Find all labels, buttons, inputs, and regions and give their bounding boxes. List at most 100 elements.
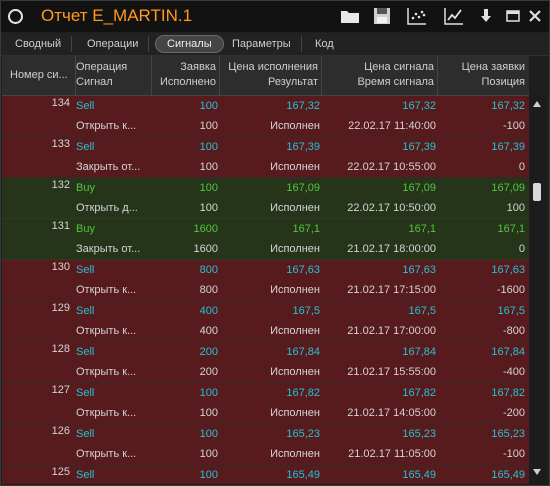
header-order-price[interactable]: Цена заявки Позиция [438, 56, 529, 95]
result-status: Исполнен [270, 120, 320, 132]
order-price: 167,63 [491, 264, 525, 276]
scroll-down-icon[interactable] [533, 468, 541, 476]
exec-price: 167,5 [292, 305, 320, 317]
signal-description: Открыть к... [76, 448, 137, 460]
signal-number: 132 [51, 179, 70, 191]
signal-price: 167,1 [408, 223, 436, 235]
order-price: 167,09 [491, 182, 525, 194]
order-qty: 200 [199, 346, 218, 358]
position: -100 [502, 120, 525, 132]
signal-detail-row[interactable]: Открыть к... 100 Исполнен 21.02.17 11:05:00… [2, 444, 529, 465]
signal-row[interactable]: 133 Sell 100 167,39 167,39 167,39 [2, 137, 529, 157]
order-qty: 400 [199, 305, 218, 317]
order-qty: 100 [199, 141, 218, 153]
signal-price: 167,84 [402, 346, 436, 358]
scrollbar-thumb[interactable] [533, 183, 541, 201]
signal-detail-row[interactable]: Закрыть от... 100 Исполнен 22.02.17 10:55:0… [2, 157, 529, 178]
result-status: Исполнен [270, 325, 320, 337]
close-icon[interactable] [524, 6, 546, 26]
exec-price: 167,32 [286, 100, 320, 112]
exec-price: 167,63 [286, 264, 320, 276]
signal-detail-row[interactable]: Закрыть от... 1600 Исполнен 21.02.17 18:00:… [2, 239, 529, 260]
filled-qty: 1600 [193, 243, 218, 255]
header-exec-price[interactable]: Цена исполнения Результат [220, 56, 322, 95]
signal-row[interactable]: 129 Sell 400 167,5 167,5 167,5 [2, 301, 529, 321]
signal-operation: Sell [76, 305, 95, 317]
filled-qty: 100 [199, 448, 218, 460]
signal-detail-row[interactable]: Открыть к... 100 Исполнен 21.02.17 14:05:00… [2, 403, 529, 424]
app-circle-icon[interactable] [8, 9, 23, 24]
position: -1600 [496, 284, 525, 296]
order-qty: 100 [199, 428, 218, 440]
signal-price: 167,82 [402, 387, 436, 399]
order-price: 167,82 [491, 387, 525, 399]
signal-description: Открыть к... [76, 325, 137, 337]
header-signal-price[interactable]: Цена сигнала Время сигнала [322, 56, 438, 95]
result-status: Исполнен [270, 243, 320, 255]
signal-number: 133 [51, 138, 70, 150]
scatter-chart-icon[interactable] [406, 6, 428, 26]
order-qty: 100 [199, 469, 218, 481]
vertical-scrollbar[interactable] [530, 96, 545, 484]
result-status: Исполнен [270, 366, 320, 378]
signal-price: 167,39 [402, 141, 436, 153]
tab-summary[interactable]: Сводный [5, 36, 73, 52]
tab-signals[interactable]: Сигналы [155, 35, 224, 53]
signal-operation: Sell [76, 346, 95, 358]
result-status: Исполнен [270, 161, 320, 173]
header-operation[interactable]: Операция Сигнал [76, 56, 152, 95]
tab-code[interactable]: Код [305, 36, 344, 52]
header-order-qty[interactable]: Заявка Исполнено [152, 56, 220, 95]
position: -200 [502, 407, 525, 419]
result-status: Исполнен [270, 407, 320, 419]
signal-description: Открыть д... [76, 202, 138, 214]
signal-row[interactable]: 128 Sell 200 167,84 167,84 167,84 [2, 342, 529, 362]
order-price: 167,32 [491, 100, 525, 112]
signal-detail-row[interactable]: Открыть к... 800 Исполнен 21.02.17 17:15:00… [2, 280, 529, 301]
signal-row[interactable]: 127 Sell 100 167,82 167,82 167,82 [2, 383, 529, 403]
open-folder-icon[interactable] [339, 6, 361, 26]
signal-detail-row[interactable]: Открыть к... 200 Исполнен 21.02.17 15:55:00… [2, 362, 529, 383]
signal-description: Закрыть от... [76, 161, 141, 173]
signal-description: Открыть к... [76, 284, 137, 296]
exec-price: 167,09 [286, 182, 320, 194]
exec-price: 165,23 [286, 428, 320, 440]
signal-row[interactable]: 132 Buy 100 167,09 167,09 167,09 [2, 178, 529, 198]
signal-number: 134 [51, 97, 70, 109]
save-icon[interactable] [371, 6, 393, 26]
download-arrow-icon[interactable] [475, 6, 497, 26]
signal-price: 165,23 [402, 428, 436, 440]
scroll-up-icon[interactable] [533, 100, 541, 108]
header-signal-number[interactable]: Номер си... [2, 56, 76, 95]
signal-detail-row[interactable]: Открыть к... 400 Исполнен 21.02.17 17:00:00… [2, 321, 529, 342]
signal-row[interactable]: 134 Sell 100 167,32 167,32 167,32 [2, 96, 529, 116]
signal-operation: Sell [76, 100, 95, 112]
signals-table: Номер си... Операция Сигнал Заявка Испол… [2, 56, 529, 484]
signal-time: 21.02.17 17:15:00 [347, 284, 436, 296]
order-price: 167,1 [497, 223, 525, 235]
signal-operation: Sell [76, 428, 95, 440]
filled-qty: 100 [199, 202, 218, 214]
position: 100 [506, 202, 525, 214]
filled-qty: 200 [199, 366, 218, 378]
exec-price: 165,49 [286, 469, 320, 481]
signal-price: 167,5 [408, 305, 436, 317]
signal-operation: Buy [76, 182, 95, 194]
signal-operation: Sell [76, 141, 95, 153]
signal-row[interactable]: 130 Sell 800 167,63 167,63 167,63 [2, 260, 529, 280]
tab-bar: Сводный Операции Сигналы Параметры Код [1, 33, 549, 56]
signal-row[interactable]: 131 Buy 1600 167,1 167,1 167,1 [2, 219, 529, 239]
order-qty: 800 [199, 264, 218, 276]
line-chart-icon[interactable] [443, 6, 465, 26]
signal-row[interactable]: 126 Sell 100 165,23 165,23 165,23 [2, 424, 529, 444]
minimize-icon[interactable] [502, 6, 524, 26]
result-status: Исполнен [270, 202, 320, 214]
signal-row[interactable]: 125 Sell 100 165,49 165,49 165,49 [2, 465, 529, 484]
signal-detail-row[interactable]: Открыть д... 100 Исполнен 22.02.17 10:50:00… [2, 198, 529, 219]
signal-detail-row[interactable]: Открыть к... 100 Исполнен 22.02.17 11:40:00… [2, 116, 529, 137]
tab-operations[interactable]: Операции [77, 36, 150, 52]
exec-price: 167,82 [286, 387, 320, 399]
tab-parameters[interactable]: Параметры [222, 36, 302, 52]
order-qty: 1600 [193, 223, 218, 235]
order-qty: 100 [199, 387, 218, 399]
